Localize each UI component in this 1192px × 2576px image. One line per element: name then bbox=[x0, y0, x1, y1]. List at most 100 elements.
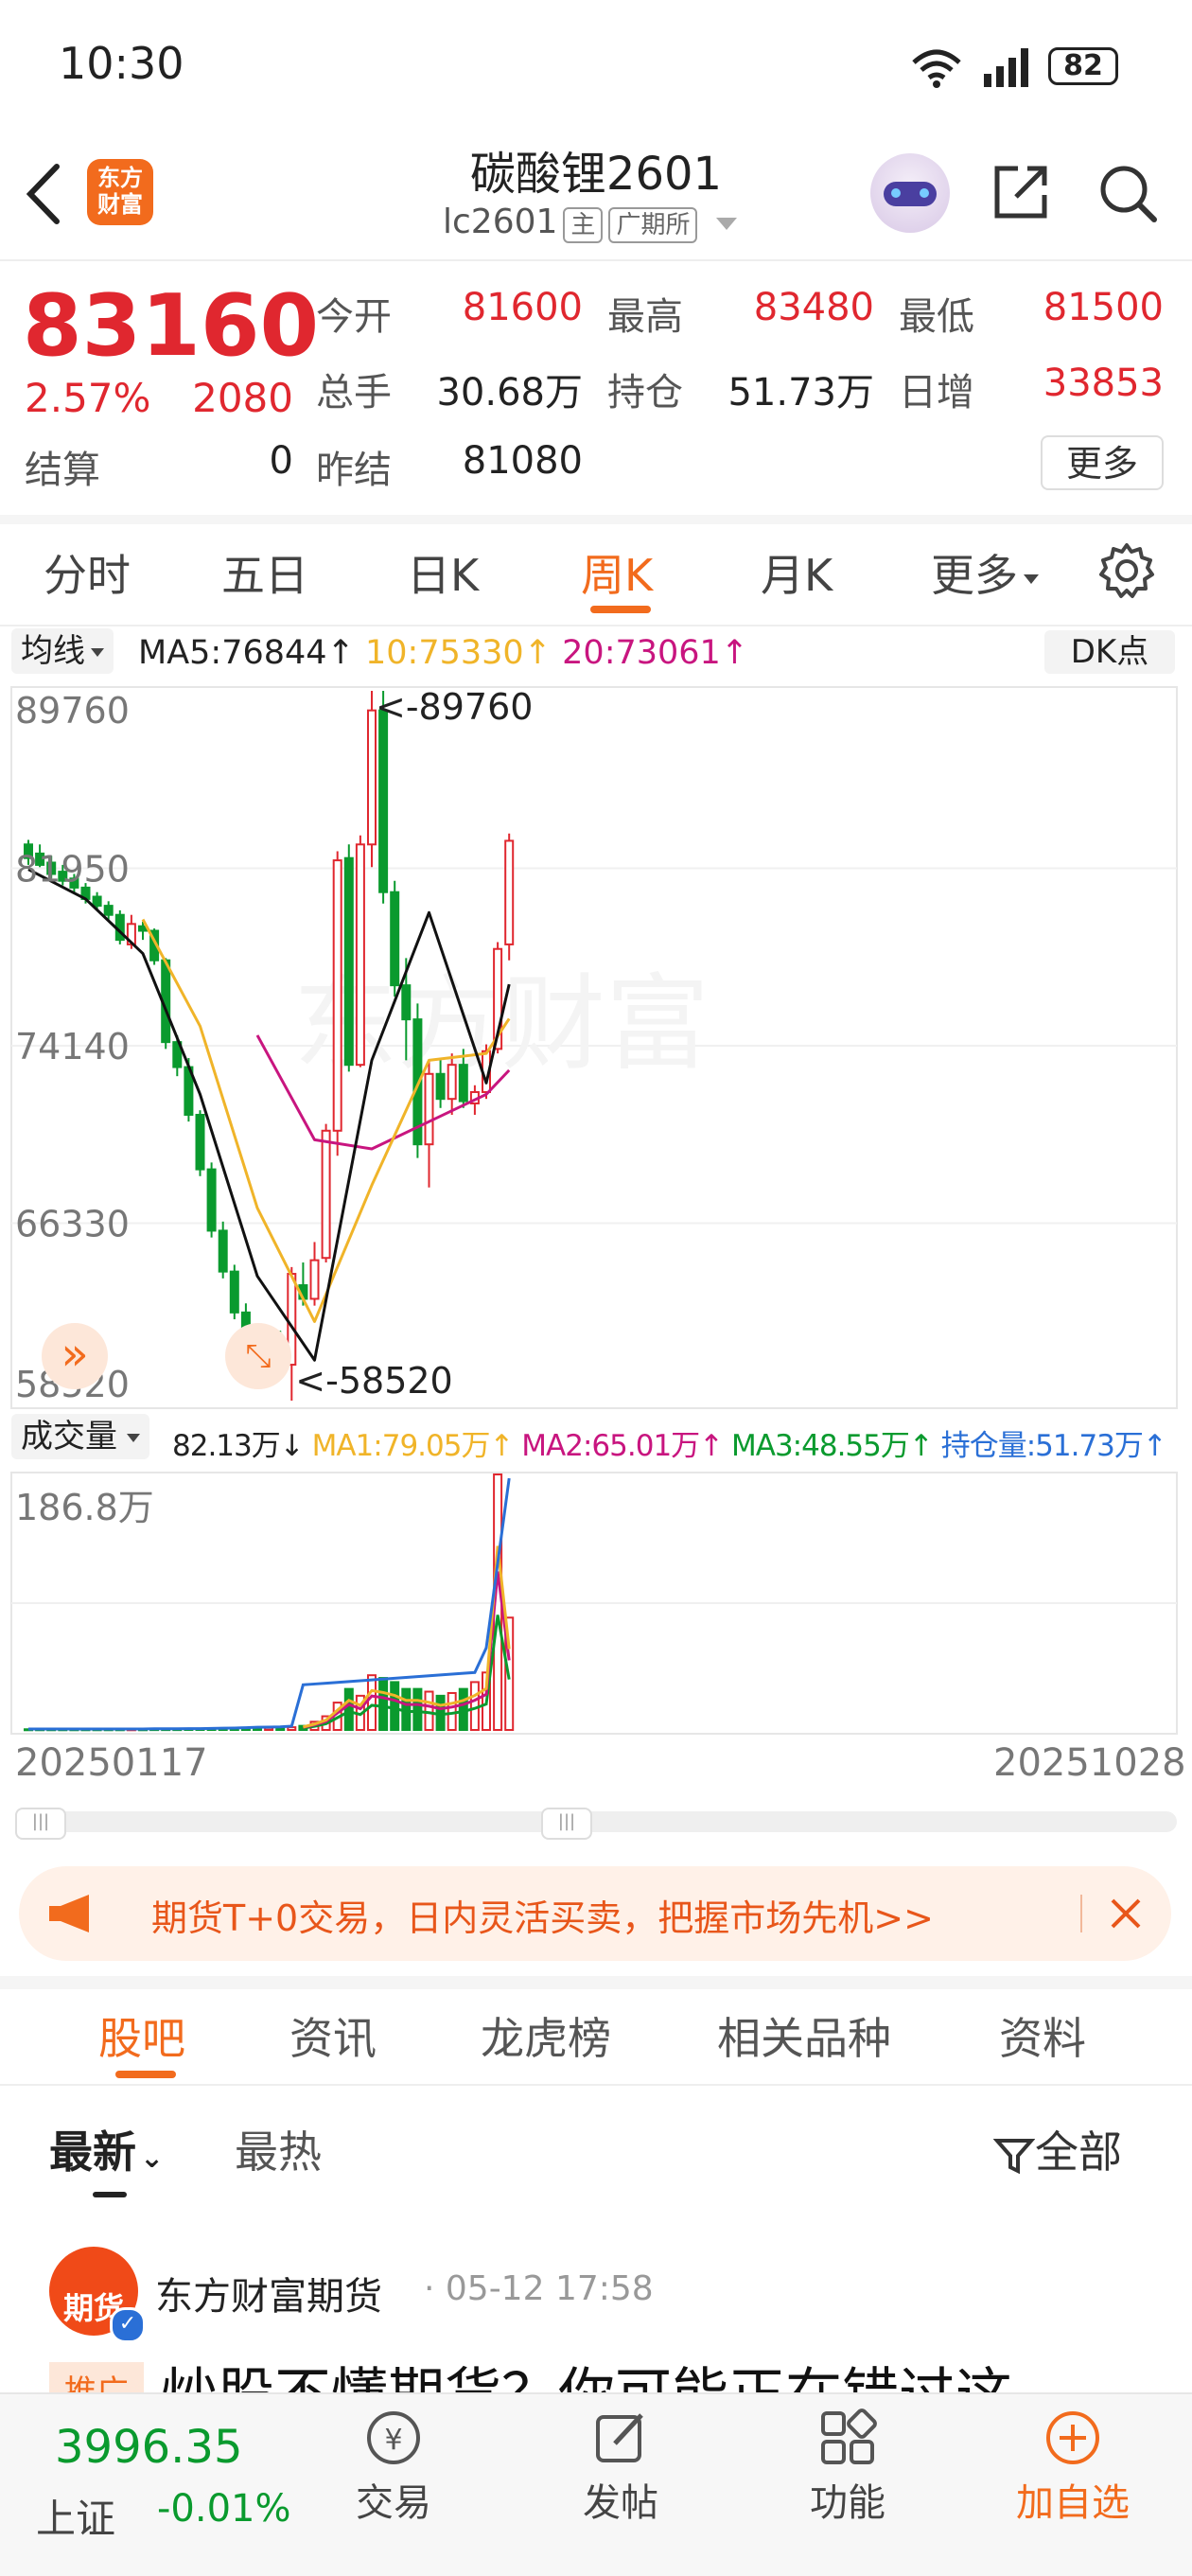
back-icon[interactable] bbox=[23, 161, 64, 227]
promo-banner[interactable]: 期货T+0交易，日内灵活买卖，把握市场先机>> bbox=[19, 1866, 1171, 1961]
tab-news[interactable]: 资讯 bbox=[289, 2004, 377, 2067]
vol-ma1-value: MA1:79.05万↑ bbox=[311, 1429, 515, 1463]
search-icon[interactable] bbox=[1096, 161, 1160, 225]
tab-dragon-tiger[interactable]: 龙虎榜 bbox=[481, 2004, 611, 2067]
more-button[interactable]: 更多 bbox=[1041, 435, 1164, 490]
volume-bar bbox=[378, 1677, 389, 1732]
app-logo[interactable]: 东方 财富 bbox=[87, 159, 153, 225]
tab-related[interactable]: 相关品种 bbox=[717, 2004, 891, 2067]
chevron-down-icon: ⌄ bbox=[140, 2142, 165, 2175]
ma-selector-label: 均线 bbox=[21, 632, 85, 670]
index-change: -0.01% bbox=[157, 2487, 291, 2531]
volume-info-bar: 成交量 82.13万↓ MA1:79.05万↑ MA2:65.01万↑ MA3:… bbox=[0, 1414, 1192, 1463]
settle-label: 结算 bbox=[25, 449, 100, 492]
sort-latest-label: 最新 bbox=[49, 2126, 136, 2178]
tab-forum-indicator bbox=[115, 2071, 176, 2078]
volume-bar bbox=[424, 1690, 434, 1732]
zoom-toggle-button[interactable]: ⤡ bbox=[225, 1323, 291, 1389]
open-interest-series-value: 持仓量:51.73万↑ bbox=[940, 1429, 1167, 1463]
expand-left-button[interactable]: » bbox=[42, 1323, 108, 1389]
high-value: 83480 bbox=[753, 286, 874, 329]
volume-chart[interactable]: 186.8万 bbox=[0, 1471, 1192, 1736]
edit-post-icon bbox=[596, 2413, 643, 2462]
volume-values: 82.13万↓ MA1:79.05万↑ MA2:65.01万↑ MA3:48.5… bbox=[172, 1421, 1167, 1464]
status-bar: 10:30 82 bbox=[0, 0, 1192, 132]
share-icon[interactable] bbox=[990, 161, 1052, 223]
ma-info-bar: 均线 MA5:76844↑ 10:75330↑ 20:73061↑ DK点 bbox=[0, 626, 1192, 679]
nav-post-label: 发帖 bbox=[583, 2481, 658, 2525]
low-value: 81500 bbox=[1043, 286, 1164, 329]
ma-selector[interactable]: 均线 bbox=[11, 628, 114, 674]
volume-bar bbox=[367, 1674, 377, 1732]
dk-point-button[interactable]: DK点 bbox=[1044, 630, 1175, 674]
candle-body bbox=[321, 1129, 331, 1260]
candle-body bbox=[378, 709, 389, 893]
tab-five-day[interactable]: 五日 bbox=[221, 541, 308, 604]
contract-code-row[interactable]: lc2601 主广期所 bbox=[443, 203, 737, 243]
candle-body bbox=[458, 1064, 468, 1103]
nav-add-watchlist[interactable]: 加自选 bbox=[997, 2408, 1148, 2527]
contract-code: lc2601 bbox=[443, 203, 558, 241]
volume-selector[interactable]: 成交量 bbox=[11, 1414, 149, 1459]
price-chart[interactable]: 东方财富 8976081950741406633058520 <-89760 <… bbox=[0, 681, 1192, 1412]
ma20-value: 20:73061↑ bbox=[562, 634, 749, 672]
candle-body bbox=[332, 859, 342, 1132]
tab-more[interactable]: 更多 bbox=[931, 541, 1039, 604]
vol-ma3-value: MA3:48.55万↑ bbox=[731, 1429, 934, 1463]
grid-apps-icon bbox=[821, 2408, 877, 2464]
index-value[interactable]: 3996.35 bbox=[55, 2421, 243, 2474]
section-divider bbox=[0, 1976, 1192, 1989]
verified-badge-icon: ✓ bbox=[110, 2307, 146, 2343]
nav-features[interactable]: 功能 bbox=[791, 2408, 904, 2527]
candle-body bbox=[367, 709, 377, 846]
price-axis-label: 74140 bbox=[15, 1026, 130, 1067]
filter-icon bbox=[992, 2138, 1036, 2174]
robot-assistant-icon[interactable] bbox=[870, 153, 950, 233]
volume-selector-label: 成交量 bbox=[21, 1418, 117, 1456]
feed-filter[interactable]: 全部 bbox=[992, 2118, 1122, 2180]
date-end: 20251028 bbox=[993, 1741, 1186, 1785]
open-label: 今开 bbox=[316, 295, 392, 339]
range-handle-left[interactable]: ||| bbox=[15, 1808, 66, 1840]
nav-post[interactable]: 发帖 bbox=[564, 2408, 677, 2527]
tab-forum[interactable]: 股吧 bbox=[98, 2004, 185, 2067]
tab-weekly-k[interactable]: 周K bbox=[581, 541, 653, 604]
candle-body bbox=[435, 1072, 446, 1101]
nav-features-label: 功能 bbox=[810, 2481, 885, 2525]
post-author[interactable]: 东方财富期货 bbox=[155, 2266, 382, 2320]
volume-value: 30.68万 bbox=[436, 371, 583, 415]
prev-settle-value: 81080 bbox=[462, 439, 583, 483]
feed-sort-latest[interactable]: 最新 ⌄ bbox=[49, 2118, 164, 2180]
page-title: 碳酸锂2601 bbox=[469, 148, 723, 201]
tab-monthly-k[interactable]: 月K bbox=[761, 541, 833, 604]
tab-intraday[interactable]: 分时 bbox=[44, 541, 131, 604]
dropdown-caret-icon bbox=[715, 217, 737, 230]
quote-panel: 83160 2.57% 2080 结算 0 今开 81600 最高 83480 … bbox=[0, 261, 1192, 515]
exchange-tag: 广期所 bbox=[608, 207, 698, 243]
nav-handle bbox=[129, 2383, 148, 2392]
add-circle-icon bbox=[1046, 2411, 1099, 2464]
ma-lines bbox=[27, 868, 511, 1362]
high-annotation: <-89760 bbox=[376, 686, 533, 728]
nav-trade[interactable]: ¥ 交易 bbox=[337, 2408, 450, 2527]
candle-body bbox=[218, 1229, 228, 1273]
tab-profile[interactable]: 资料 bbox=[999, 2004, 1086, 2067]
close-icon[interactable] bbox=[1109, 1897, 1143, 1931]
megaphone-icon bbox=[49, 1895, 89, 1932]
nav-trade-label: 交易 bbox=[356, 2481, 431, 2525]
volume-bar bbox=[390, 1681, 400, 1731]
index-name: 上证 bbox=[36, 2496, 116, 2542]
ma5-value: MA5:76844↑ bbox=[138, 634, 355, 672]
tab-more-label: 更多 bbox=[931, 550, 1018, 601]
candle-body bbox=[343, 856, 354, 1067]
settings-gear-icon[interactable] bbox=[1097, 541, 1156, 600]
promo-text: 期货T+0交易，日内灵活买卖，把握市场先机>> bbox=[151, 1897, 934, 1939]
volume-label: 总手 bbox=[316, 371, 392, 415]
volume-axis-max: 186.8万 bbox=[15, 1487, 154, 1528]
caret-down-icon bbox=[1024, 573, 1039, 584]
candle-body bbox=[206, 1168, 217, 1232]
range-slider[interactable]: ||| ||| bbox=[15, 1808, 1177, 1840]
range-handle-right[interactable]: ||| bbox=[541, 1808, 592, 1840]
feed-sort-hot[interactable]: 最热 bbox=[235, 2118, 322, 2180]
tab-daily-k[interactable]: 日K bbox=[407, 541, 479, 604]
